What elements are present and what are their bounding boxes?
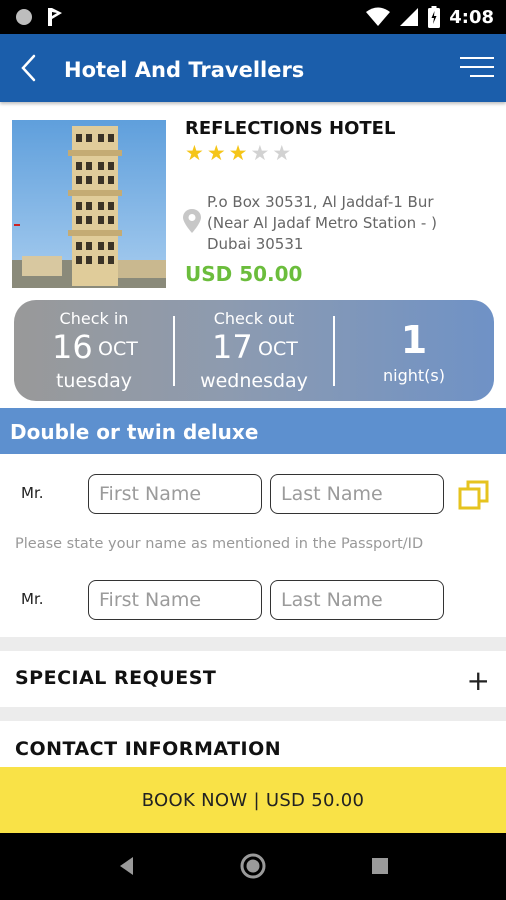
notification-flag-icon: [48, 8, 62, 26]
room-title: Double or twin deluxe: [10, 420, 259, 444]
contact-title: CONTACT INFORMATION: [15, 738, 282, 760]
check-in-day: 16: [52, 328, 93, 366]
star-filled-icon: ★: [206, 141, 226, 165]
first-name-field[interactable]: [88, 474, 262, 514]
last-name-field[interactable]: [270, 474, 444, 514]
last-name-field[interactable]: [270, 580, 444, 620]
check-in-block: Check in 16 OCT tuesday: [14, 300, 174, 401]
hotel-name: REFLECTIONS HOTEL: [185, 118, 396, 139]
nav-recents-icon[interactable]: [365, 851, 395, 881]
copy-icon[interactable]: [458, 480, 490, 510]
section-separator: [0, 637, 506, 651]
nav-back-icon[interactable]: [112, 851, 142, 881]
special-request-section[interactable]: SPECIAL REQUEST +: [0, 651, 506, 707]
navigation-bar: [0, 833, 506, 900]
chevron-left-icon: [21, 54, 36, 82]
check-out-block: Check out 17 OCT wednesday: [174, 300, 334, 401]
wifi-icon: [366, 7, 391, 26]
check-in-weekday: tuesday: [55, 370, 133, 392]
star-rating: ★ ★ ★ ★ ★: [185, 143, 291, 164]
first-name-field[interactable]: [88, 580, 262, 620]
star-filled-icon: ★: [185, 141, 204, 165]
battery-icon: [428, 6, 441, 28]
check-out-day: 17: [212, 328, 253, 366]
nights-block: 1 night(s): [334, 300, 494, 401]
salutation-label: Mr.: [21, 484, 44, 502]
hotel-address: P.o Box 30531, Al Jaddaf-1 Bur (Near Al …: [207, 192, 497, 255]
check-in-label: Check in: [59, 309, 129, 328]
circle-icon: [16, 9, 32, 25]
hotel-photo: [12, 120, 166, 288]
check-out-month: OCT: [258, 338, 298, 360]
stay-summary: Check in 16 OCT tuesday Check out 17 OCT…: [14, 300, 494, 401]
signal-icon: [400, 8, 419, 26]
address-line: (Near Al Jadaf Metro Station - ): [207, 214, 437, 232]
nav-home-icon[interactable]: [238, 851, 268, 881]
plus-icon[interactable]: +: [467, 667, 490, 695]
booking-screen: 4:08 Hotel And Travellers REFLECTIONS HO…: [0, 0, 506, 900]
room-header: Double or twin deluxe: [0, 408, 506, 454]
check-out-weekday: wednesday: [200, 370, 308, 392]
address-line: Dubai 30531: [207, 235, 304, 253]
nights-label: night(s): [383, 366, 445, 385]
app-bar: Hotel And Travellers: [0, 34, 506, 102]
menu-button[interactable]: [460, 54, 494, 82]
section-separator: [0, 707, 506, 721]
star-empty-icon: ★: [272, 141, 292, 165]
address-line: P.o Box 30531, Al Jaddaf-1 Bur: [207, 193, 434, 211]
location-pin-icon: [183, 209, 201, 233]
salutation-label: Mr.: [21, 590, 44, 608]
status-bar: 4:08: [0, 0, 506, 34]
nights-count: 1: [400, 318, 428, 362]
check-out-label: Check out: [213, 309, 295, 328]
page-title: Hotel And Travellers: [64, 58, 305, 82]
hotel-price: USD 50.00: [185, 262, 303, 286]
special-request-title: SPECIAL REQUEST: [15, 667, 217, 689]
status-time: 4:08: [449, 6, 494, 28]
book-now-button[interactable]: BOOK NOW | USD 50.00: [0, 767, 506, 833]
star-filled-icon: ★: [228, 141, 248, 165]
check-in-month: OCT: [98, 338, 138, 360]
star-empty-icon: ★: [250, 141, 270, 165]
contact-section[interactable]: CONTACT INFORMATION: [0, 721, 506, 767]
menu-icon: [460, 57, 494, 77]
back-button[interactable]: [14, 52, 46, 84]
book-now-label: BOOK NOW | USD 50.00: [141, 789, 365, 811]
passport-hint: Please state your name as mentioned in t…: [15, 536, 424, 552]
